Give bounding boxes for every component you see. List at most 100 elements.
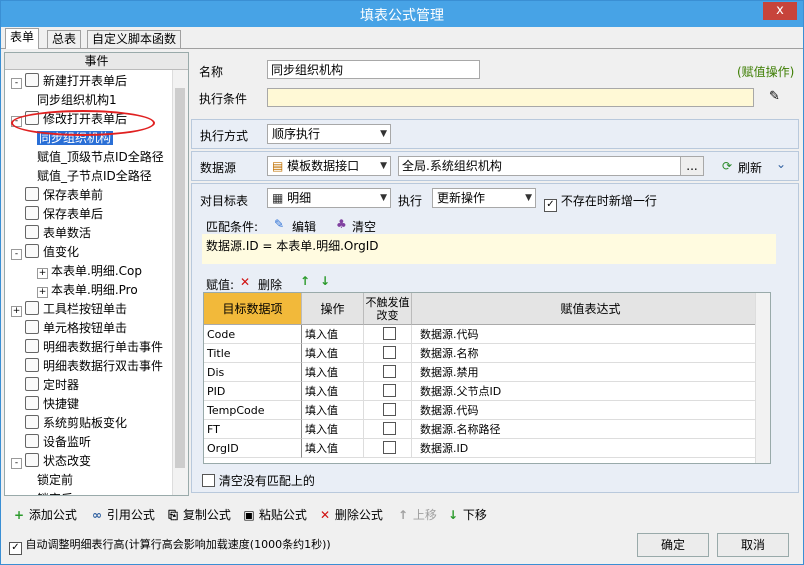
delete-button[interactable]: 删除 [258, 276, 282, 293]
cell-no-trigger[interactable] [364, 325, 412, 344]
tree-item[interactable]: 赋值_顶级节点ID全路径 [37, 148, 164, 166]
tree-item[interactable]: + 工具栏按钮单击 [11, 300, 127, 318]
tab-form[interactable]: 表单 [5, 28, 40, 49]
ref-formula-button[interactable]: ∞ 引用公式 [91, 507, 155, 523]
tree-item[interactable]: - 值变化 [11, 243, 79, 261]
tree-item[interactable]: 设备监听 [11, 433, 91, 451]
no-trigger-checkbox[interactable] [382, 365, 396, 378]
scrollbar-thumb[interactable] [175, 88, 185, 468]
cell-operation[interactable]: 填入值 [302, 363, 364, 382]
assignment-grid[interactable]: 目标数据项 操作 不触发值改变 赋值表达式 Code 填入值 数据源.代码 Title… [203, 292, 771, 464]
tree-item[interactable]: 明细表数据行单击事件 [11, 338, 163, 356]
chevron-down-icon[interactable]: ⌄ [776, 157, 786, 171]
cancel-button[interactable]: 取消 [717, 533, 789, 557]
no-trigger-checkbox[interactable] [382, 403, 396, 416]
execute-select[interactable]: 更新操作 ▼ [432, 188, 536, 208]
cell-no-trigger[interactable] [364, 439, 412, 458]
copy-formula-button[interactable]: ⎘ 复制公式 [167, 507, 231, 523]
datasource-path-input[interactable]: 全局.系统组织机构... [398, 156, 704, 176]
paste-formula-button[interactable]: ▣ 粘贴公式 [243, 507, 307, 523]
tree-item[interactable]: 快捷键 [11, 395, 79, 413]
wand-icon[interactable]: ✎ [769, 89, 780, 104]
cell-operation[interactable]: 填入值 [302, 325, 364, 344]
browse-button[interactable]: ... [680, 157, 703, 175]
cell-expression[interactable]: 数据源.代码 [412, 325, 756, 344]
cell-operation[interactable]: 填入值 [302, 401, 364, 420]
arrow-up-icon[interactable]: ↑ [300, 274, 310, 288]
arrow-down-icon[interactable]: ↓ [320, 274, 330, 288]
tree-item[interactable]: 表单数活 [11, 224, 91, 242]
insert-if-missing[interactable]: ✓ 不存在时新增一行 [544, 192, 657, 212]
expand-icon[interactable]: + [37, 268, 48, 279]
condition-input[interactable] [267, 88, 754, 107]
tree-item[interactable]: - 状态改变 [11, 452, 91, 470]
col-no-trigger[interactable]: 不触发值改变 [364, 293, 412, 325]
cell-operation[interactable]: 填入值 [302, 344, 364, 363]
clear-button[interactable]: 清空 [352, 218, 376, 235]
move-down-button[interactable]: ↓ 下移 [447, 507, 487, 523]
auto-adjust-option[interactable]: ✓ 自动调整明细表行高(计算行高会影响加载速度(1000条约1秒)) [9, 537, 331, 555]
move-up-button[interactable]: ↑ 上移 [397, 507, 437, 523]
tree-item[interactable]: 系统剪贴板变化 [11, 414, 127, 432]
cell-no-trigger[interactable] [364, 401, 412, 420]
tree-item[interactable]: 保存表单后 [11, 205, 103, 223]
edit-icon[interactable]: ✎ [274, 217, 284, 231]
cell-operation[interactable]: 填入值 [302, 420, 364, 439]
edit-button[interactable]: 编辑 [292, 218, 316, 235]
cell-expression[interactable]: 数据源.名称路径 [412, 420, 756, 439]
cell-target[interactable]: TempCode [204, 401, 302, 420]
name-input[interactable]: 同步组织机构 [267, 60, 480, 79]
no-trigger-checkbox[interactable] [382, 346, 396, 359]
collapse-icon[interactable]: - [11, 78, 22, 89]
col-expression[interactable]: 赋值表达式 [412, 293, 770, 325]
collapse-icon[interactable]: - [11, 458, 22, 469]
cell-expression[interactable]: 数据源.ID [412, 439, 756, 458]
match-expression[interactable]: 数据源.ID = 本表单.明细.OrgID [202, 234, 776, 264]
col-operation[interactable]: 操作 [302, 293, 364, 325]
delete-formula-button[interactable]: ✕ 删除公式 [319, 507, 383, 523]
cell-target[interactable]: Code [204, 325, 302, 344]
cell-expression[interactable]: 数据源.名称 [412, 344, 756, 363]
cell-operation[interactable]: 填入值 [302, 382, 364, 401]
refresh-icon[interactable]: ⟳ [722, 159, 732, 173]
expand-icon[interactable]: + [37, 287, 48, 298]
ok-button[interactable]: 确定 [637, 533, 709, 557]
cell-target[interactable]: PID [204, 382, 302, 401]
clear-unmatched-checkbox[interactable] [202, 474, 215, 487]
assign-op-link[interactable]: (赋值操作) [737, 63, 794, 80]
close-button[interactable]: x [763, 2, 797, 20]
cell-target[interactable]: FT [204, 420, 302, 439]
cell-no-trigger[interactable] [364, 420, 412, 439]
tab-summary[interactable]: 总表 [47, 30, 82, 48]
cell-expression[interactable]: 数据源.父节点ID [412, 382, 756, 401]
cell-no-trigger[interactable] [364, 363, 412, 382]
tree-item[interactable]: 同步组织机构1 [37, 91, 117, 109]
delete-icon[interactable]: ✕ [240, 275, 250, 289]
tree-item[interactable]: 明细表数据行双击事件 [11, 357, 163, 375]
cell-no-trigger[interactable] [364, 382, 412, 401]
cell-expression[interactable]: 数据源.禁用 [412, 363, 756, 382]
grid-scrollbar[interactable] [755, 293, 770, 463]
clear-unmatched-option[interactable]: 清空没有匹配上的 [202, 472, 315, 489]
tree-item[interactable]: 单元格按钮单击 [11, 319, 127, 337]
tree-item[interactable]: + 本表单.明细.Pro [37, 281, 138, 299]
cell-operation[interactable]: 填入值 [302, 439, 364, 458]
cell-target[interactable]: OrgID [204, 439, 302, 458]
datasource-type-select[interactable]: ▤ 模板数据接口 ▼ [267, 156, 391, 176]
target-select[interactable]: ▦ 明细 ▼ [267, 188, 391, 208]
insert-checkbox[interactable]: ✓ [544, 199, 557, 212]
tree-item[interactable]: 定时器 [11, 376, 79, 394]
tree-item[interactable]: 保存表单前 [11, 186, 103, 204]
tree-item[interactable]: - 新建打开表单后 [11, 72, 127, 90]
expand-icon[interactable]: + [11, 306, 22, 317]
no-trigger-checkbox[interactable] [382, 422, 396, 435]
add-formula-button[interactable]: + 添加公式 [13, 507, 77, 523]
no-trigger-checkbox[interactable] [382, 384, 396, 397]
cell-no-trigger[interactable] [364, 344, 412, 363]
no-trigger-checkbox[interactable] [382, 327, 396, 340]
cell-target[interactable]: Dis [204, 363, 302, 382]
tree-item[interactable]: 锁定前 [37, 471, 73, 489]
broom-icon[interactable]: ♣ [336, 217, 347, 231]
collapse-icon[interactable]: - [11, 249, 22, 260]
tree-item[interactable]: 锁定后 [37, 490, 73, 495]
